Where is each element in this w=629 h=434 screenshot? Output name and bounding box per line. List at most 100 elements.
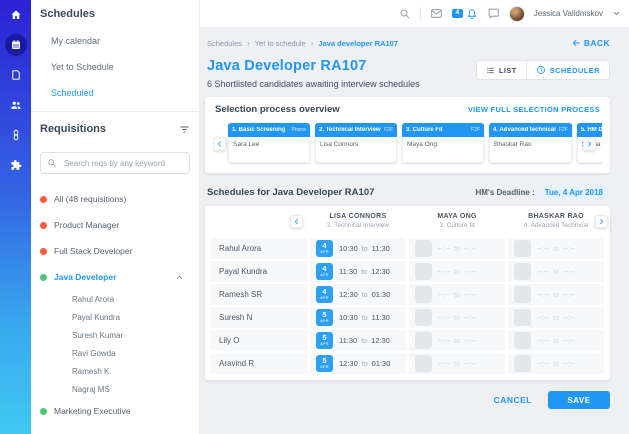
requisition-item[interactable]: All (48 requisitions) bbox=[40, 186, 190, 212]
table-next-button[interactable] bbox=[595, 215, 608, 228]
chevron-right-icon bbox=[588, 141, 592, 146]
link-icon[interactable] bbox=[5, 124, 27, 146]
candidate-item[interactable]: Nagraj MS bbox=[40, 380, 190, 398]
requisition-label: Product Manager bbox=[54, 220, 120, 230]
requisition-item[interactable]: Marketing Executive bbox=[40, 398, 190, 424]
requisition-item[interactable]: Product Manager bbox=[40, 212, 190, 238]
empty-schedule-slot[interactable]: --:-- to --:-- bbox=[508, 330, 604, 351]
table-prev-button[interactable] bbox=[290, 214, 303, 228]
filter-icon[interactable] bbox=[179, 123, 190, 135]
requisition-search[interactable] bbox=[40, 152, 190, 174]
calendar-icon[interactable] bbox=[4, 34, 27, 56]
schedule-slot[interactable]: 5 APR 12:30 to 01:30 bbox=[310, 353, 406, 374]
notifications[interactable]: 4 bbox=[452, 8, 478, 20]
requisition-label: Marketing Executive bbox=[54, 406, 131, 416]
schedule-slot[interactable]: 4 APR 11:30 to 12:30 bbox=[310, 261, 406, 282]
stage-header: 2. Technical Interview F2F bbox=[315, 123, 397, 137]
slot-start: 12:30 bbox=[339, 290, 358, 299]
empty-schedule-slot[interactable]: --:-- to --:-- bbox=[508, 307, 604, 328]
schedule-slot[interactable]: 4 APR 12:30 to 01:30 bbox=[310, 284, 406, 305]
requisition-item[interactable] bbox=[40, 424, 190, 434]
stage-card[interactable]: 3. Culture Fit F2F Maya Ong bbox=[402, 123, 484, 163]
user-avatar[interactable] bbox=[508, 5, 525, 22]
empty-schedule-slot[interactable]: --:-- to --:-- bbox=[508, 353, 604, 374]
stage-card[interactable]: 2. Technical Interview F2F Lisa Connors bbox=[315, 123, 397, 163]
empty-schedule-slot[interactable]: --:-- to --:-- bbox=[508, 261, 604, 282]
stage-title: 4. Advanced technical bbox=[493, 127, 556, 133]
carousel-next-button[interactable] bbox=[583, 137, 596, 150]
interviewer-name: BHASKAR RAO bbox=[528, 213, 584, 220]
search-icon[interactable] bbox=[399, 8, 411, 20]
search-input[interactable] bbox=[62, 157, 183, 169]
slot-to: to bbox=[553, 292, 559, 299]
view-full-selection-process-link[interactable]: VIEW FULL SELECTION PROCESS bbox=[468, 105, 600, 114]
date-badge-empty bbox=[514, 309, 531, 326]
slot-to: to bbox=[361, 315, 368, 322]
requisition-item[interactable]: Java Developer bbox=[40, 264, 190, 290]
requisition-label: Java Developer bbox=[54, 272, 117, 282]
user-name: Jessica Validmskov bbox=[533, 9, 603, 18]
candidate-item[interactable]: Ravi Gowda bbox=[40, 344, 190, 362]
slot-to: to bbox=[361, 246, 368, 253]
requisition-item[interactable]: Full Stack Developer bbox=[40, 238, 190, 264]
carousel-prev-button[interactable] bbox=[213, 137, 226, 150]
slot-day: 5 bbox=[322, 310, 327, 320]
slot-to: to bbox=[553, 269, 559, 276]
candidate-label: Nagraj MS bbox=[72, 384, 110, 394]
empty-schedule-slot[interactable]: --:-- to --:-- bbox=[409, 238, 505, 259]
sidebar: Schedules My calendar Yet to Schedule Sc… bbox=[31, 0, 200, 434]
chevron-down-icon[interactable] bbox=[612, 9, 621, 18]
sidebar-schedule-item[interactable]: Scheduled bbox=[40, 80, 190, 106]
list-view-button[interactable]: LIST bbox=[477, 61, 526, 79]
empty-schedule-slot[interactable]: --:-- to --:-- bbox=[409, 261, 505, 282]
nav-rail bbox=[0, 0, 31, 434]
breadcrumb-item[interactable]: Yet to schedule bbox=[255, 39, 306, 48]
selection-process-panel: Selection process overview VIEW FULL SEL… bbox=[205, 97, 610, 173]
home-icon[interactable] bbox=[5, 4, 27, 26]
interviewer-name: MAYA ONG bbox=[437, 213, 477, 220]
team-icon[interactable] bbox=[5, 94, 27, 116]
slot-start: 11:30 bbox=[339, 336, 358, 345]
candidate-item[interactable]: Payal Kundra bbox=[40, 308, 190, 326]
empty-schedule-slot[interactable]: --:-- to --:-- bbox=[409, 353, 505, 374]
date-badge: 4 APR bbox=[316, 286, 333, 303]
list-icon bbox=[486, 67, 494, 73]
date-badge-empty bbox=[514, 286, 531, 303]
slot-to: to bbox=[553, 246, 559, 253]
save-button[interactable]: SAVE bbox=[548, 391, 610, 409]
candidate-item[interactable]: Rahul Arora bbox=[40, 290, 190, 308]
empty-schedule-slot[interactable]: --:-- to --:-- bbox=[508, 284, 604, 305]
breadcrumb-item[interactable]: Java developer RA107 bbox=[318, 39, 398, 48]
empty-schedule-slot[interactable]: --:-- to --:-- bbox=[409, 307, 505, 328]
candidate-item[interactable]: Ramesh K bbox=[40, 362, 190, 380]
stage-mode-badge: F2F bbox=[384, 127, 393, 133]
empty-schedule-slot[interactable]: --:-- to --:-- bbox=[409, 330, 505, 351]
back-button[interactable]: BACK bbox=[571, 38, 610, 48]
stage-card[interactable]: 1. Basic Screening Phone Sara Lee bbox=[228, 123, 310, 163]
sidebar-schedule-item[interactable]: My calendar bbox=[40, 28, 190, 54]
cancel-button[interactable]: CANCEL bbox=[494, 395, 532, 405]
empty-schedule-slot[interactable]: --:-- to --:-- bbox=[409, 284, 505, 305]
schedules-title: Schedules for Java Developer RA107 bbox=[207, 186, 375, 198]
scheduler-view-button[interactable]: SCHEDULER bbox=[525, 61, 609, 79]
table-body: Rahul Arora 4 APR 10:30 to 11:30 --:-- to --:… bbox=[211, 238, 604, 374]
report-icon[interactable] bbox=[5, 64, 27, 86]
schedules-section: Schedules My calendar Yet to Schedule Sc… bbox=[31, 0, 199, 112]
stage-title: 2. Technical Interview bbox=[319, 127, 381, 133]
schedules-heading: Schedules bbox=[40, 8, 96, 20]
empty-schedule-slot[interactable]: --:-- to --:-- bbox=[508, 238, 604, 259]
puzzle-icon[interactable] bbox=[5, 154, 27, 176]
schedule-slot[interactable]: 5 APR 10:30 to 11:30 bbox=[310, 307, 406, 328]
chat-icon[interactable] bbox=[487, 7, 500, 20]
stage-card[interactable]: 4. Advanced technical F2F Bhaskar Rao bbox=[489, 123, 572, 163]
chevron-up-icon[interactable] bbox=[175, 273, 184, 282]
selection-process-title: Selection process overview bbox=[215, 104, 340, 115]
schedule-slot[interactable]: 4 APR 10:30 to 11:30 bbox=[310, 238, 406, 259]
sidebar-schedule-item[interactable]: Yet to Schedule bbox=[40, 54, 190, 80]
schedule-slot[interactable]: 5 APR 11:30 to 12:30 bbox=[310, 330, 406, 351]
breadcrumb-item[interactable]: Schedules bbox=[207, 39, 242, 48]
candidate-name: Aravind R bbox=[219, 359, 255, 368]
candidate-item[interactable]: Suresh Kumar bbox=[40, 326, 190, 344]
slot-to: to bbox=[553, 361, 559, 368]
mail-icon[interactable] bbox=[430, 7, 443, 20]
